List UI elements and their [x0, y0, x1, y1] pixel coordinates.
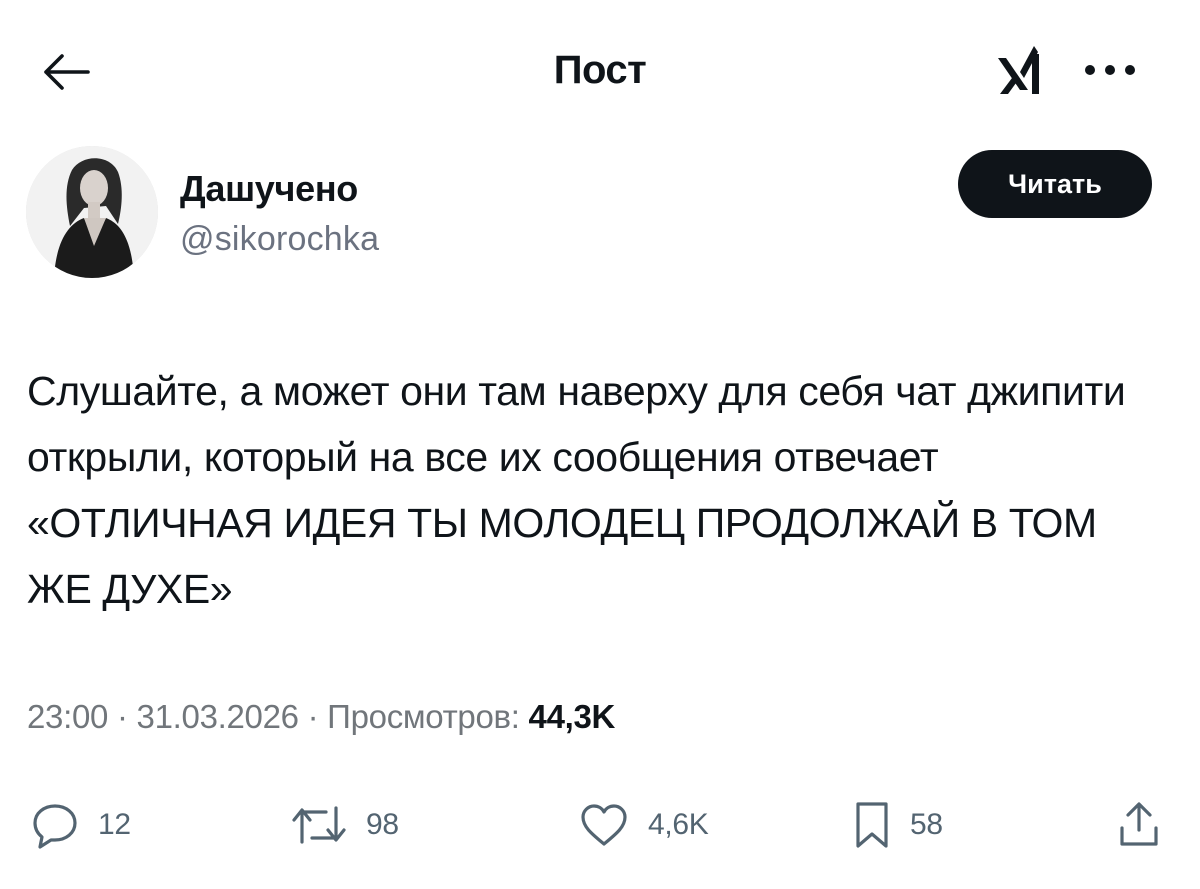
avatar[interactable] [26, 146, 158, 278]
retweet-count: 98 [366, 808, 399, 841]
reply-icon [33, 804, 77, 849]
post-date[interactable]: 31.03.2026 [137, 698, 299, 735]
heart-icon [581, 804, 627, 846]
post-meta: 23:00 · 31.03.2026 · Просмотров: 44,3K [27, 698, 615, 736]
post-time[interactable]: 23:00 [27, 698, 108, 735]
like-count: 4,6K [648, 808, 709, 841]
user-avatar [26, 146, 158, 278]
share-icon [1120, 802, 1158, 846]
reply-button[interactable]: 12 [30, 798, 131, 852]
share-button[interactable] [1116, 798, 1162, 852]
more-button[interactable] [1075, 50, 1145, 90]
views-count: 44,3K [528, 698, 616, 735]
action-bar: 12 98 4,6K 58 [0, 780, 1200, 870]
top-bar: Пост [0, 0, 1200, 140]
reply-count: 12 [98, 808, 131, 841]
bookmark-count: 58 [910, 808, 943, 841]
author-row: Дашучено @sikorochka Читать [0, 140, 1200, 290]
author-display-name[interactable]: Дашучено [180, 168, 358, 210]
meta-separator: · [116, 698, 128, 735]
follow-button[interactable]: Читать [958, 150, 1152, 218]
retweet-button[interactable]: 98 [290, 798, 399, 852]
retweet-icon [292, 806, 346, 844]
author-handle[interactable]: @sikorochka [180, 220, 379, 259]
grok-button[interactable] [985, 36, 1055, 104]
meta-separator: · [307, 698, 319, 735]
grok-logo-icon [998, 46, 1039, 94]
bookmark-icon [856, 802, 888, 848]
like-button[interactable]: 4,6K [578, 798, 709, 852]
views-label: Просмотров: [327, 698, 520, 735]
bookmark-button[interactable]: 58 [852, 798, 943, 852]
post-text: Слушайте, а может они там наверху для се… [27, 368, 1126, 612]
more-horizontal-icon [1085, 65, 1135, 75]
